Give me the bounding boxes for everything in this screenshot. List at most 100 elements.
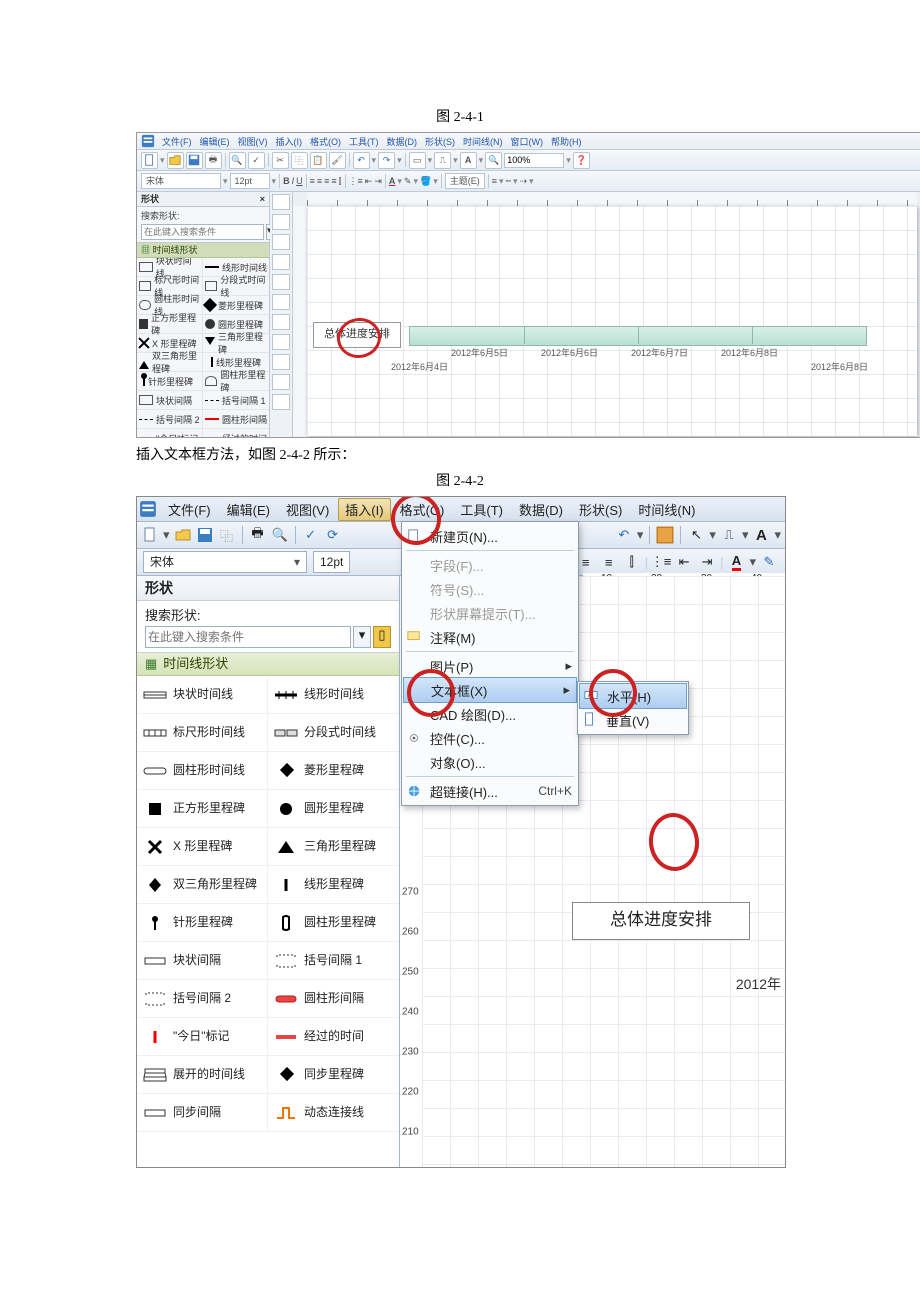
outdent-icon[interactable]: ⇤ [674,552,694,572]
submenu-horizontal[interactable]: A 水平(H) [579,683,687,709]
vtool-btn[interactable] [272,374,290,390]
dropdown-arrow-icon[interactable]: ▾ [742,527,749,543]
distribute-icon[interactable]: ⫿ [339,176,342,187]
list-item[interactable]: 块状时间线 [137,676,268,714]
vtool-btn[interactable] [272,314,290,330]
list-item[interactable]: 圆形里程碑 [268,790,399,828]
vtool-btn[interactable] [272,254,290,270]
pointer-icon[interactable]: ▭ [409,152,426,169]
zoom-input[interactable] [504,153,564,168]
menu-window[interactable]: 窗口(W) [508,135,547,148]
shapes-category[interactable]: ▦ 时间线形状 [137,243,269,258]
dropdown-arrow-icon[interactable]: ▾ [163,527,170,543]
bullets-icon[interactable]: ⋮≡ [651,552,671,572]
menu-timeline[interactable]: 时间线(N) [631,498,702,521]
list-item[interactable]: 经过的时间 [203,429,269,438]
shapes-window-icon[interactable] [656,526,674,544]
open-icon[interactable] [174,526,192,544]
align-left-icon[interactable]: ≡ [310,176,315,186]
line-color-icon[interactable]: ✎ [759,552,779,572]
search-dropdown-icon[interactable]: ▾ [353,626,371,648]
menu-textbox[interactable]: 文本框(X)▸ [403,677,577,703]
vtool-btn[interactable] [272,334,290,350]
font-color-icon[interactable]: A [389,176,396,186]
text-tool-icon[interactable]: A [752,526,770,544]
menu-tools[interactable]: 工具(T) [346,135,382,148]
list-item[interactable]: 针形里程碑 [137,372,203,391]
vtool-btn[interactable] [272,294,290,310]
list-item[interactable]: 双三角形里程碑 [137,866,268,904]
outdent-icon[interactable]: ⇤ [365,176,373,187]
list-item[interactable]: 括号间隔 2 [137,980,268,1018]
fill-color-icon[interactable]: 🪣 [420,176,431,187]
menu-picture[interactable]: 图片(P)▸ [402,654,578,678]
bold-icon[interactable]: B [283,176,290,186]
spell-icon[interactable]: ✓ [302,526,320,544]
italic-icon[interactable]: I [292,176,295,186]
menu-insert[interactable]: 插入(I) [273,135,306,148]
menu-data[interactable]: 数据(D) [384,135,421,148]
menu-format[interactable]: 格式(O) [307,135,344,148]
undo-icon[interactable]: ↶ [615,526,633,544]
list-item[interactable]: 括号间隔 1 [203,391,269,410]
progress-textbox[interactable]: 总体进度安排 [313,322,401,348]
cut-icon[interactable]: ✂ [272,152,289,169]
font-color-icon[interactable]: A [726,552,746,572]
indent-icon[interactable]: ⇥ [374,176,382,187]
save-icon[interactable] [186,152,203,169]
connector-icon[interactable]: ⎍ [434,152,451,169]
list-item[interactable]: 线形时间线 [268,676,399,714]
page[interactable] [307,206,917,436]
timeline-bar[interactable] [409,326,867,346]
dropdown-arrow-icon[interactable]: ▾ [774,527,781,543]
copy-icon[interactable]: ⿻ [291,152,308,169]
research-icon[interactable]: ⟳ [324,526,342,544]
print-icon[interactable]: 🖶 [205,152,222,169]
list-item[interactable]: 展开的时间线 [137,1056,268,1094]
vtool-btn[interactable] [272,234,290,250]
line-weight-icon[interactable]: ≡ [492,176,497,186]
list-item[interactable]: 分段式时间线 [203,277,269,296]
list-item[interactable]: 双三角形里程碑 [137,353,203,372]
menu-cad[interactable]: CAD 绘图(D)... [402,702,578,726]
font-select[interactable]: 宋体 [141,173,221,189]
spell-icon[interactable]: ✓ [248,152,265,169]
vtool-btn[interactable] [272,194,290,210]
align-justify-icon[interactable]: ≡ [599,552,619,572]
list-item[interactable]: 菱形里程碑 [203,296,269,315]
vtool-btn[interactable] [272,354,290,370]
pointer-tool-icon[interactable]: ↖ [687,526,705,544]
align-justify-icon[interactable]: ≡ [331,176,336,186]
menu-file[interactable]: 文件(F) [161,498,218,521]
print-icon[interactable]: 🖶 [249,526,267,544]
list-item[interactable]: 块状间隔 [137,942,268,980]
menu-help[interactable]: 帮助(H) [548,135,585,148]
indent-icon[interactable]: ⇥ [697,552,717,572]
help-icon[interactable]: ❓ [573,152,590,169]
dropdown-arrow-icon[interactable]: ▾ [709,527,716,543]
list-item[interactable]: "今日"标记 [137,1018,268,1056]
vtool-btn[interactable] [272,274,290,290]
paste-icon[interactable]: 📋 [310,152,327,169]
format-painter-icon[interactable]: 🖌 [329,152,346,169]
search-input[interactable] [141,224,264,240]
list-item[interactable]: 块状间隔 [137,391,203,410]
list-item[interactable]: 圆柱形里程碑 [268,904,399,942]
list-item[interactable]: 动态连接线 [268,1094,399,1132]
list-item[interactable]: 分段式时间线 [268,714,399,752]
preview-icon[interactable]: 🔍 [229,152,246,169]
menu-file[interactable]: 文件(F) [159,135,195,148]
menu-shape[interactable]: 形状(S) [422,135,458,148]
redo-icon[interactable]: ↷ [378,152,395,169]
save-all-icon[interactable]: ⿻ [218,526,236,544]
list-item[interactable]: 标尺形时间线 [137,714,268,752]
list-item[interactable]: 线形里程碑 [268,866,399,904]
list-item[interactable]: 三角形里程碑 [268,828,399,866]
list-item[interactable]: 同步间隔 [137,1094,268,1132]
bullets-icon[interactable]: ⋮≡ [349,176,363,187]
list-item[interactable]: 圆柱形里程碑 [203,372,269,391]
list-item[interactable]: 圆柱形时间线 [137,752,268,790]
font-select[interactable]: 宋体▾ [143,551,307,573]
menu-newpage[interactable]: 新建页(N)... [402,524,578,548]
list-item[interactable]: X 形里程碑 [137,828,268,866]
